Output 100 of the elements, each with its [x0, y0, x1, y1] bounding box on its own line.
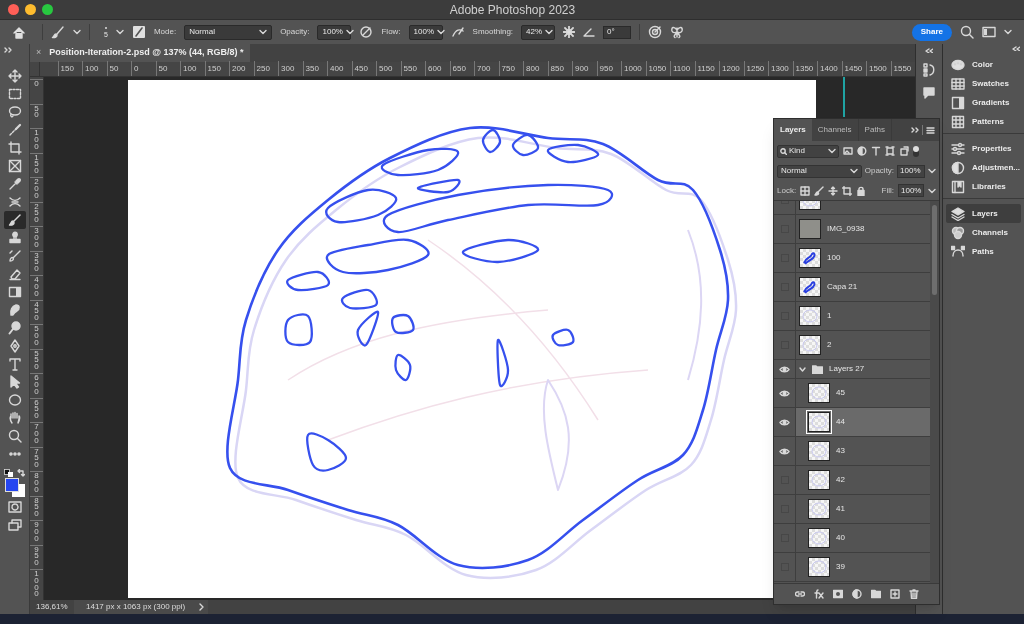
color-swatches[interactable]: [4, 478, 25, 497]
filter-dropdown[interactable]: Kind: [777, 144, 839, 158]
default-colors-icon[interactable]: [4, 469, 13, 477]
eye-icon[interactable]: [779, 365, 790, 373]
artboard-icon[interactable]: [842, 185, 853, 196]
butterfly-icon[interactable]: [670, 25, 685, 39]
padlock-icon[interactable]: [856, 185, 867, 196]
pressure-size-icon[interactable]: [648, 25, 663, 39]
eye-icon[interactable]: [779, 418, 790, 426]
mode-dropdown[interactable]: Normal: [184, 24, 273, 40]
lock-pixels-icon[interactable]: [800, 185, 811, 196]
airbrush-icon[interactable]: [450, 25, 465, 39]
brush-icon: [7, 213, 22, 227]
eye-icon[interactable]: [779, 389, 790, 397]
caret-icon[interactable]: [1004, 29, 1012, 35]
opacity-field[interactable]: 100%: [897, 164, 925, 178]
layer-row[interactable]: 1: [796, 302, 930, 330]
gear-icon[interactable]: [563, 26, 576, 38]
screen-mode-icon[interactable]: [7, 519, 22, 531]
zoom-window-button[interactable]: [42, 4, 53, 15]
comment-icon[interactable]: [923, 87, 935, 99]
adjustment-layer-icon[interactable]: [851, 589, 862, 599]
panel-tab[interactable]: Layers: [774, 119, 812, 141]
adjustment-filter-icon[interactable]: [857, 146, 867, 156]
filter-toggle[interactable]: [913, 145, 919, 157]
expand-arrows-icon[interactable]: [911, 127, 919, 133]
opacity-field[interactable]: 100%: [317, 24, 352, 40]
history-icon[interactable]: [923, 63, 935, 77]
caret-icon[interactable]: [928, 187, 936, 194]
panel-tab[interactable]: Layers: [946, 204, 1021, 223]
caret-icon[interactable]: [928, 168, 936, 174]
caret-icon[interactable]: [345, 29, 354, 35]
layer-row[interactable]: 45: [796, 379, 930, 407]
tool-button[interactable]: [3, 211, 26, 229]
document-canvas[interactable]: [128, 80, 816, 598]
document-tab[interactable]: × Position-Iteration-2.psd @ 137% (44, RGB/8) *: [30, 44, 250, 62]
panel-tab[interactable]: Paths: [946, 242, 1021, 261]
layer-row[interactable]: 42: [796, 466, 930, 494]
chevron-icon[interactable]: [199, 603, 205, 611]
image-filter-icon[interactable]: [843, 146, 853, 156]
flow-field[interactable]: 100%: [408, 24, 443, 40]
smart-object-filter-icon[interactable]: [899, 146, 909, 156]
move-icon[interactable]: [828, 185, 839, 196]
layer-row[interactable]: IMG_0938: [796, 215, 930, 243]
layer-row[interactable]: 2: [796, 331, 930, 359]
layer-row[interactable]: Capa 21: [796, 273, 930, 301]
panel-tab[interactable]: Channels: [811, 119, 859, 141]
link-icon[interactable]: [794, 589, 805, 599]
menu-icon[interactable]: [926, 126, 935, 134]
caret-icon[interactable]: [115, 29, 124, 35]
panel-tab[interactable]: Properties: [946, 139, 1021, 158]
search-icon[interactable]: [960, 25, 974, 39]
caret-icon[interactable]: [73, 29, 81, 35]
eye-icon[interactable]: [779, 447, 790, 455]
brush-icon[interactable]: [51, 25, 65, 39]
new-layer-icon[interactable]: [889, 589, 900, 599]
shape-filter-icon[interactable]: [885, 146, 895, 156]
panel-tab[interactable]: Paths: [858, 119, 893, 141]
collapse-icon[interactable]: [925, 48, 933, 53]
angle-icon[interactable]: [583, 27, 596, 37]
home-icon[interactable]: [12, 25, 26, 39]
smoothing-field[interactable]: 42%: [521, 24, 556, 40]
share-button[interactable]: Share: [911, 23, 952, 41]
layer-row[interactable]: 40: [796, 524, 930, 552]
caret-icon[interactable]: [259, 29, 268, 35]
fill-field[interactable]: 100%: [898, 184, 924, 197]
caret-icon[interactable]: [545, 29, 554, 35]
panel-tab[interactable]: Channels: [946, 223, 1021, 242]
panel-tab[interactable]: Adjustmen...: [946, 158, 1021, 177]
swap-colors-icon[interactable]: [17, 469, 25, 477]
panel-tab[interactable]: Swatches: [946, 74, 1021, 93]
collapse-icon[interactable]: [1012, 46, 1020, 51]
layer-row[interactable]: 43: [796, 437, 930, 465]
blend-mode-dropdown[interactable]: Normal: [777, 164, 862, 178]
brush-icon[interactable]: [814, 185, 825, 196]
panel-tab[interactable]: Gradients: [946, 93, 1021, 112]
panel-tab[interactable]: Libraries: [946, 177, 1021, 196]
channels-icon: [951, 225, 965, 240]
layer-group-row[interactable]: Layers 27: [796, 360, 930, 378]
scrollbar-thumb[interactable]: [932, 205, 937, 295]
trash-icon[interactable]: [908, 589, 919, 599]
workspace-icon[interactable]: [982, 26, 996, 38]
layer-row[interactable]: 41: [796, 495, 930, 523]
minimize-window-button[interactable]: [25, 4, 36, 15]
close-window-button[interactable]: [8, 4, 19, 15]
panel-tab[interactable]: Patterns: [946, 112, 1021, 131]
fx-icon[interactable]: [813, 589, 824, 599]
mask-icon[interactable]: [832, 589, 843, 599]
expand-arrows-icon[interactable]: [4, 47, 14, 53]
type-filter-icon[interactable]: [871, 146, 881, 156]
caret-icon[interactable]: [799, 366, 806, 372]
layer-row[interactable]: 44: [796, 408, 930, 436]
caret-icon[interactable]: [437, 29, 446, 35]
brush-settings-icon[interactable]: [131, 25, 146, 39]
layer-row[interactable]: 39: [796, 553, 930, 581]
pressure-opacity-icon[interactable]: [359, 25, 374, 39]
quick-mask-icon[interactable]: [7, 501, 22, 513]
angle-field[interactable]: 0°: [603, 25, 632, 39]
layer-row[interactable]: 100: [796, 244, 930, 272]
panel-tab[interactable]: Color: [946, 55, 1021, 74]
